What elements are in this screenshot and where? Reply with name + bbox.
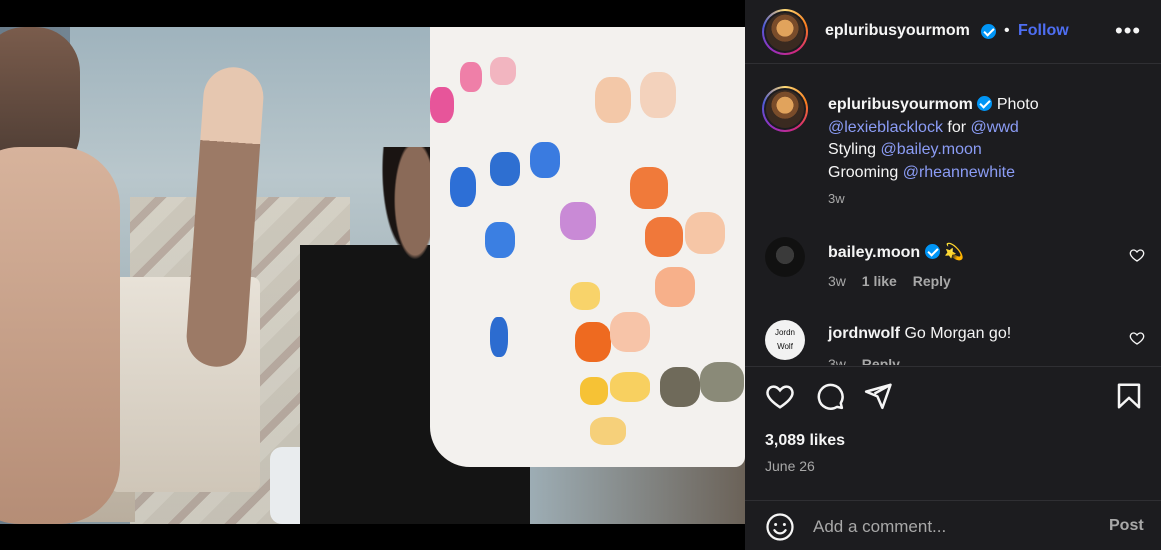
bookmark-icon[interactable]: [1114, 381, 1144, 411]
follow-button[interactable]: Follow: [1018, 22, 1069, 40]
more-options-icon[interactable]: •••: [1115, 18, 1141, 44]
send-icon[interactable]: [863, 381, 893, 411]
caption-timestamp[interactable]: 3w: [828, 191, 845, 206]
comment-reply-button[interactable]: Reply: [862, 356, 900, 365]
caption-for-word: for: [947, 118, 967, 136]
caption-photo-label: Photo: [996, 96, 1039, 113]
verified-badge-icon: [977, 96, 993, 111]
comment-line: bailey.moon 💫: [828, 242, 964, 262]
comment-timestamp[interactable]: 3w: [828, 356, 846, 365]
comment-like-heart-icon[interactable]: [1129, 330, 1145, 346]
caption-author-avatar[interactable]: [762, 86, 808, 132]
photo-lampshade-big: [430, 27, 745, 467]
author-avatar[interactable]: [762, 9, 808, 55]
comment-meta: 3w 1 like Reply: [828, 273, 963, 289]
post-header: epluribusyourmom • Follow •••: [745, 0, 1161, 64]
comment-icon[interactable]: [815, 381, 845, 411]
photo-foreground-shoulder: [0, 147, 120, 524]
caption-text: epluribusyourmom Photo @lexieblacklock f…: [828, 94, 1128, 184]
comment-item: Jordn Wolf jordnwolf Go Morgan go! 3w Re…: [745, 320, 1161, 365]
comment-input[interactable]: [813, 514, 1093, 540]
caption-grooming-label: Grooming: [828, 163, 899, 181]
commenter-avatar-text: Jordn Wolf: [774, 328, 795, 351]
comment-timestamp[interactable]: 3w: [828, 273, 846, 289]
comment-meta: 3w Reply: [828, 356, 912, 365]
mention-groomer[interactable]: @rheannewhite: [903, 164, 1015, 181]
post-sidebar: epluribusyourmom • Follow ••• epluribusy…: [745, 0, 1161, 550]
comment-text: Go Morgan go!: [904, 325, 1012, 342]
comment-text: 💫: [944, 244, 964, 261]
add-comment-bar: Post: [745, 500, 1161, 550]
header-separator: •: [1004, 22, 1010, 39]
comment-like-heart-icon[interactable]: [1129, 247, 1145, 263]
caption-username[interactable]: epluribusyourmom: [828, 96, 973, 113]
post-photo[interactable]: [0, 27, 745, 524]
caption-styling-label: Styling: [828, 141, 877, 158]
post-media-pane: [0, 0, 745, 550]
heart-icon[interactable]: [765, 381, 795, 411]
comment-reply-button[interactable]: Reply: [913, 273, 951, 289]
likes-count[interactable]: 3,089 likes: [765, 432, 845, 450]
emoji-icon[interactable]: [765, 512, 795, 542]
mention-photographer[interactable]: @lexieblacklock: [828, 119, 943, 136]
mention-publication[interactable]: @wwd: [971, 119, 1019, 136]
post-date[interactable]: June 26: [765, 458, 815, 474]
mention-stylist[interactable]: @bailey.moon: [880, 141, 981, 158]
post-actions: [745, 366, 1161, 426]
verified-badge-icon: [981, 24, 996, 39]
commenter-username[interactable]: jordnwolf: [828, 325, 900, 342]
comment-likes[interactable]: 1 like: [862, 273, 897, 289]
author-username[interactable]: epluribusyourmom: [825, 22, 970, 40]
commenter-avatar[interactable]: [765, 237, 805, 277]
comment-line: jordnwolf Go Morgan go!: [828, 325, 1011, 343]
verified-badge-icon: [924, 244, 940, 259]
post-comment-button[interactable]: Post: [1109, 517, 1144, 535]
commenter-username[interactable]: bailey.moon: [828, 244, 920, 261]
